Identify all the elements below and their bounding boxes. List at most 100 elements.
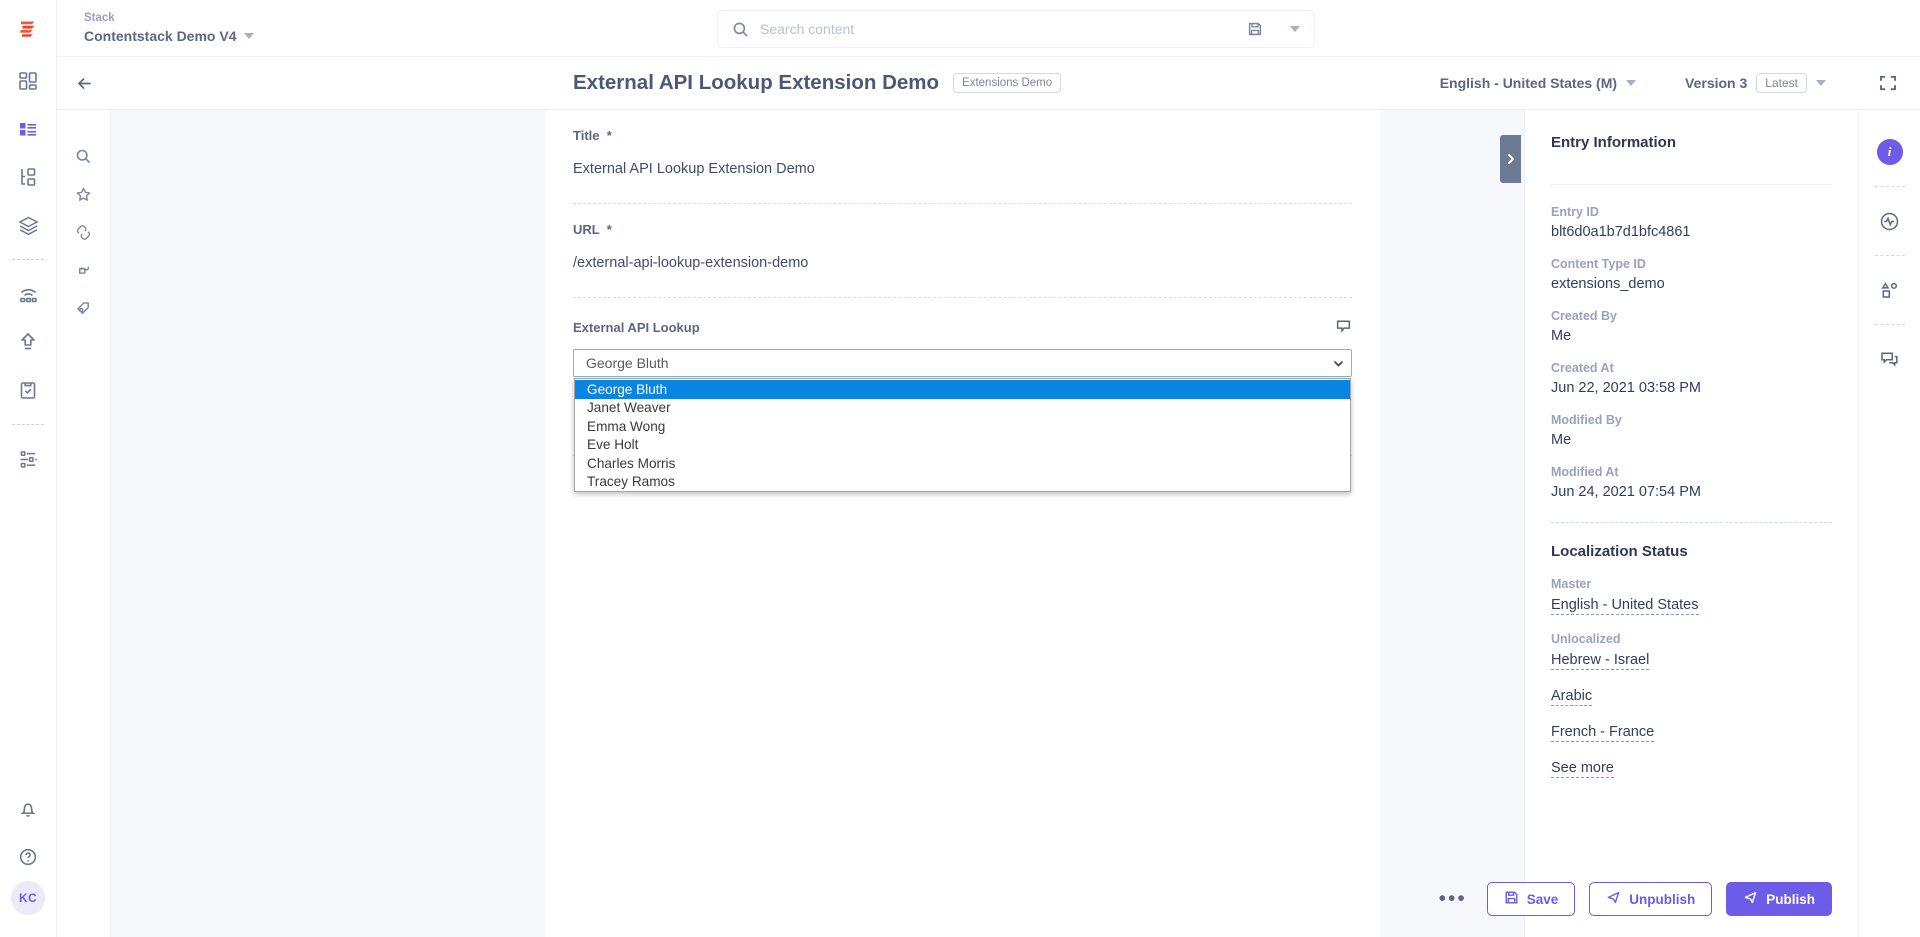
title-input[interactable]: External API Lookup Extension Demo	[573, 161, 1352, 177]
external-api-lookup-dropdown[interactable]: George Bluth Janet Weaver Emma Wong Eve …	[574, 378, 1351, 492]
dropdown-option[interactable]: Emma Wong	[575, 417, 1350, 436]
localization-unlocalized-row-3: French - France	[1551, 723, 1832, 759]
chevron-down-icon	[1816, 80, 1826, 86]
field-label-title-text: Title	[573, 128, 600, 143]
field-label-url: URL *	[573, 222, 1352, 237]
tag-icon[interactable]	[57, 289, 111, 327]
sidebar-item-audit-log[interactable]	[0, 366, 57, 414]
entry-information-title: Entry Information	[1551, 134, 1677, 151]
extension-plug-icon[interactable]	[57, 251, 111, 289]
notifications-bell-icon[interactable]	[0, 785, 57, 833]
fullscreen-button[interactable]	[1878, 73, 1898, 93]
variants-shapes-icon[interactable]	[1870, 270, 1910, 310]
comments-icon[interactable]	[1870, 339, 1910, 379]
app-root: KC Stack Contentstack Demo V4 Search con…	[0, 0, 1920, 937]
rail-divider	[1874, 324, 1905, 325]
chevron-down-icon	[1332, 357, 1345, 370]
external-api-lookup-select[interactable]: George Bluth George Bluth Janet Weaver E…	[573, 349, 1352, 492]
dropdown-option[interactable]: Eve Holt	[575, 436, 1350, 455]
localization-unlocalized-row-1: Hebrew - Israel	[1551, 651, 1832, 687]
panel-dashed-divider	[1551, 522, 1832, 523]
form-field-title: Title * External API Lookup Extension De…	[545, 110, 1380, 204]
content-type-badge[interactable]: Extensions Demo	[953, 73, 1062, 93]
rail-divider	[12, 259, 44, 260]
dropdown-option[interactable]: Tracey Ramos	[575, 473, 1350, 492]
info-row-modified-by: Modified By Me	[1551, 413, 1832, 448]
version-label: Version 3	[1685, 75, 1748, 91]
url-input[interactable]: /external-api-lookup-extension-demo	[573, 255, 1352, 271]
global-search[interactable]: Search content	[717, 10, 1315, 48]
info-row-content-type-id: Content Type ID extensions_demo	[1551, 257, 1832, 292]
sidebar-item-assets[interactable]	[0, 201, 57, 249]
form-field-url: URL * /external-api-lookup-extension-dem…	[545, 204, 1380, 298]
version-selector[interactable]: Version 3 Latest	[1685, 73, 1826, 93]
stack-selector[interactable]: Stack Contentstack Demo V4	[84, 11, 255, 45]
see-more-link[interactable]: See more	[1551, 760, 1614, 778]
entry-header-actions: English - United States (M) Version 3 La…	[1440, 57, 1920, 109]
dropdown-option[interactable]: George Bluth	[575, 380, 1350, 399]
entry-header: External API Lookup Extension Demo Exten…	[57, 57, 1920, 110]
publish-icon	[1743, 890, 1758, 908]
rail-divider	[1874, 186, 1905, 187]
sidebar-item-publish-queue[interactable]	[0, 318, 57, 366]
back-button[interactable]	[57, 57, 111, 109]
field-label-lookup: External API Lookup	[573, 320, 700, 335]
help-icon[interactable]	[0, 833, 57, 881]
sidebar-item-dashboard[interactable]	[0, 57, 57, 105]
primary-nav-rail: KC	[0, 0, 57, 937]
search-icon[interactable]	[57, 137, 111, 175]
save-icon	[1504, 890, 1519, 908]
activity-pulse-icon[interactable]	[1870, 201, 1910, 241]
panel-collapse-toggle[interactable]	[1500, 135, 1521, 183]
sidebar-item-content-types[interactable]	[0, 105, 57, 153]
search-input[interactable]: Search content	[760, 21, 1236, 37]
dropdown-option[interactable]: Charles Morris	[575, 454, 1350, 473]
panel-divider	[1551, 184, 1832, 185]
entry-sidebar-rail: i	[1858, 110, 1920, 937]
user-avatar[interactable]: KC	[11, 881, 45, 915]
required-asterisk: *	[603, 128, 612, 143]
entry-form: Title * External API Lookup Extension De…	[545, 110, 1380, 937]
info-value: Jun 22, 2021 03:58 PM	[1551, 380, 1701, 396]
sidebar-item-settings[interactable]	[0, 435, 57, 483]
info-value: extensions_demo	[1551, 276, 1665, 292]
info-value: blt6d0a1b7d1bfc4861	[1551, 224, 1691, 240]
info-value: Jun 24, 2021 07:54 PM	[1551, 484, 1701, 500]
search-filter-chevron-icon[interactable]	[1290, 26, 1300, 32]
star-icon[interactable]	[57, 175, 111, 213]
form-field-external-api-lookup: External API Lookup George Bluth George …	[545, 298, 1380, 492]
sidebar-item-content-structure[interactable]	[0, 153, 57, 201]
info-key: Created At	[1551, 361, 1614, 375]
localization-unlocalized-label: Unlocalized	[1551, 632, 1621, 646]
publish-label: Publish	[1766, 891, 1815, 907]
localization-master-row: English - United States	[1551, 596, 1832, 632]
stack-label: Stack	[84, 11, 115, 24]
save-button[interactable]: Save	[1486, 882, 1576, 916]
locale-selector[interactable]: English - United States (M)	[1439, 75, 1637, 91]
locale-link-hebrew[interactable]: Hebrew - Israel	[1551, 652, 1650, 670]
field-comment-icon[interactable]	[1335, 318, 1352, 340]
top-bar: Stack Contentstack Demo V4 Search conten…	[57, 0, 1920, 57]
rail-divider-2	[12, 424, 44, 425]
info-key: Content Type ID	[1551, 257, 1646, 271]
locale-link-master[interactable]: English - United States	[1551, 597, 1699, 615]
contentstack-logo-icon[interactable]	[0, 0, 57, 57]
info-key: Created By	[1551, 309, 1617, 323]
entry-information-panel: Entry Information Entry ID blt6d0a1b7d1b…	[1524, 110, 1858, 937]
locale-label: English - United States (M)	[1439, 75, 1618, 91]
stack-name[interactable]: Contentstack Demo V4	[84, 28, 255, 45]
search-icon	[732, 21, 749, 38]
unpublish-icon	[1606, 890, 1621, 908]
publish-button[interactable]: Publish	[1726, 882, 1832, 916]
more-options-button[interactable]: •••	[1439, 888, 1467, 910]
localization-master-label: Master	[1551, 577, 1592, 591]
dropdown-option[interactable]: Janet Weaver	[575, 399, 1350, 418]
locale-link-arabic[interactable]: Arabic	[1551, 688, 1593, 706]
info-icon[interactable]: i	[1870, 132, 1910, 172]
locale-link-french[interactable]: French - France	[1551, 724, 1655, 742]
unpublish-button[interactable]: Unpublish	[1589, 882, 1713, 916]
entry-action-bar: ••• Save Unpublish Publish	[1439, 861, 1858, 937]
link-icon[interactable]	[57, 213, 111, 251]
saved-search-icon[interactable]	[1247, 21, 1263, 37]
sidebar-item-releases[interactable]	[0, 270, 57, 318]
